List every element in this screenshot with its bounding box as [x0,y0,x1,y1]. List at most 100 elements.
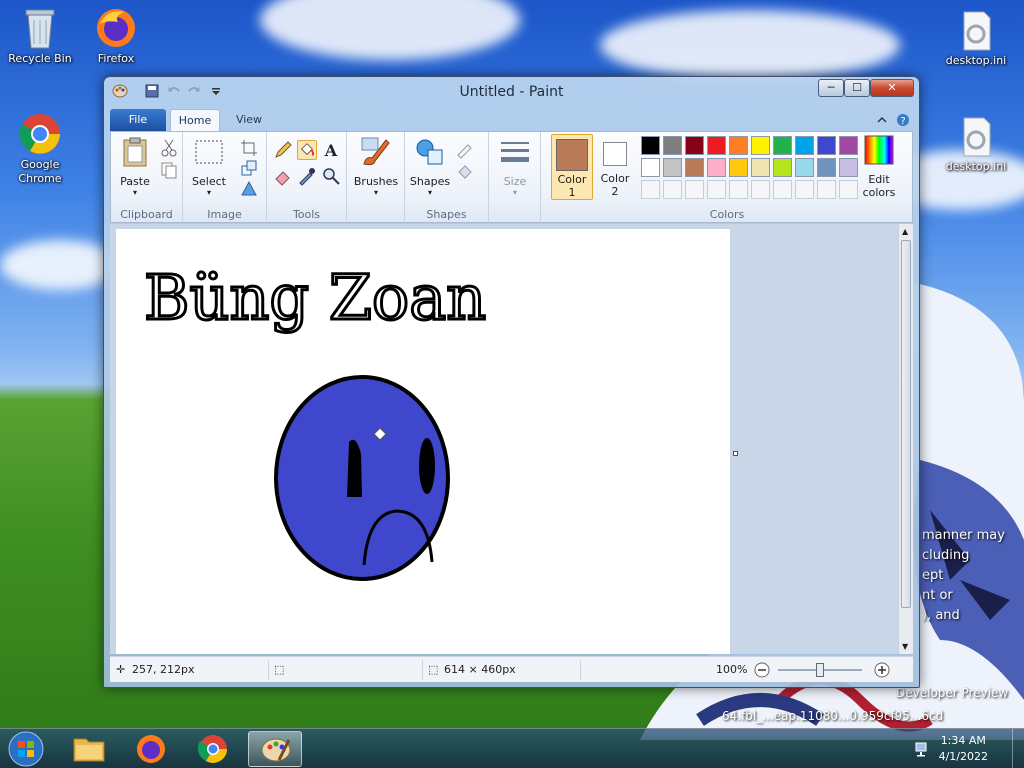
color-swatch[interactable] [707,158,726,177]
color-swatch[interactable] [751,136,770,155]
color-swatch[interactable] [707,136,726,155]
taskbar-chrome[interactable] [186,731,240,767]
color-picker-icon[interactable] [297,166,317,186]
custom-color-slot[interactable] [773,180,792,199]
magnifier-icon[interactable] [321,166,341,186]
taskbar-paint[interactable] [248,731,302,767]
drawn-text: Büng Zoan [144,261,486,334]
drawing-canvas[interactable]: Büng Zoan [116,229,730,654]
chrome-label: Google Chrome [18,158,62,185]
status-bar: ✛ 257, 212px ⬚ ⬚ 614 × 460px 100% [110,656,913,682]
help-icon[interactable]: ? [896,113,910,127]
show-desktop-button[interactable] [1012,729,1024,768]
custom-color-slot[interactable] [817,180,836,199]
edit-colors-button[interactable]: Edit colors [859,134,899,199]
tab-view[interactable]: View [226,109,272,131]
color-swatch[interactable] [795,136,814,155]
divider [422,660,423,680]
folder-icon [73,738,105,762]
color-swatch[interactable] [773,158,792,177]
taskbar-firefox[interactable] [124,731,178,767]
scrollbar-thumb[interactable] [901,240,911,608]
paste-button[interactable]: Paste ▾ [117,136,153,197]
fill-bucket-icon[interactable] [297,140,317,160]
crop-icon[interactable] [239,138,259,158]
size-icon [501,142,529,162]
system-clock[interactable]: 1:34 AM 4/1/2022 [939,733,988,765]
eraser-icon[interactable] [273,166,293,186]
color-swatch[interactable] [773,136,792,155]
minimize-button[interactable]: ─ [818,79,844,97]
color-1-preview [556,139,588,171]
size-button[interactable]: Size ▾ [495,136,535,197]
cut-icon[interactable] [159,138,179,158]
text-icon[interactable]: A [321,140,341,160]
custom-color-slot[interactable] [729,180,748,199]
color-swatch[interactable] [641,136,660,155]
color-swatch[interactable] [729,158,748,177]
zoom-level: 100% [716,663,748,676]
color-1-button[interactable]: Color 1 [551,134,593,200]
custom-color-slot[interactable] [751,180,770,199]
svg-text:?: ? [900,116,905,127]
scroll-down-icon[interactable]: ▼ [902,642,908,651]
color-swatch[interactable] [663,158,682,177]
chrome-shortcut[interactable]: Google Chrome [0,112,80,186]
firefox-shortcut[interactable]: Firefox [76,6,156,65]
color-swatch[interactable] [685,158,704,177]
custom-color-slot[interactable] [663,180,682,199]
chevron-down-icon: ▾ [427,188,432,197]
cloud [600,10,900,80]
chevron-down-icon: ▾ [373,188,378,197]
color-swatch[interactable] [795,158,814,177]
select-button[interactable]: Select ▾ [189,136,229,197]
color-swatch[interactable] [839,158,858,177]
color-swatch[interactable] [817,136,836,155]
shapes-button[interactable]: Shapes ▾ [409,136,451,197]
custom-color-slot[interactable] [839,180,858,199]
minimize-ribbon-icon[interactable] [876,114,888,126]
color-swatch[interactable] [839,136,858,155]
color-swatch[interactable] [729,136,748,155]
canvas-resize-handle[interactable] [733,451,738,456]
shapes-icon [416,139,443,165]
desktop-ini-shortcut[interactable]: desktop.ini [936,8,1016,67]
copy-icon[interactable] [159,160,179,180]
scroll-up-icon[interactable]: ▲ [902,227,908,236]
tab-file[interactable]: File [110,109,166,131]
zoom-slider-thumb[interactable] [816,663,824,677]
fill-icon[interactable] [455,162,475,182]
desktop-ini-shortcut[interactable]: desktop.ini [936,114,1016,173]
color-2-button[interactable]: Color 2 [595,134,635,198]
taskbar-explorer[interactable] [62,731,116,767]
color-swatch[interactable] [817,158,836,177]
start-button[interactable] [4,730,48,768]
recycle-bin-shortcut[interactable]: Recycle Bin [0,6,80,65]
recycle-bin-label: Recycle Bin [8,52,72,65]
color-swatch[interactable] [751,158,770,177]
title-bar[interactable]: Untitled - Paint ─ ☐ ✕ [104,77,919,106]
brushes-button[interactable]: Brushes ▾ [353,136,399,197]
maximize-button[interactable]: ☐ [844,79,870,97]
divider [580,660,581,680]
pencil-icon[interactable] [273,140,293,160]
zoom-out-icon[interactable] [754,662,770,678]
close-button[interactable]: ✕ [870,79,914,97]
rotate-icon[interactable] [239,178,259,198]
zoom-in-icon[interactable] [874,662,890,678]
network-icon[interactable] [914,740,932,758]
outline-icon[interactable] [455,140,475,160]
custom-color-slot[interactable] [685,180,704,199]
custom-color-slot[interactable] [641,180,660,199]
color-swatch[interactable] [641,158,660,177]
canvas-workspace[interactable]: Büng Zoan [110,224,898,654]
vertical-scrollbar[interactable]: ▲ ▼ [898,224,913,654]
cloud [0,240,120,290]
color-swatch[interactable] [685,136,704,155]
tools-group-label: Tools [292,208,321,221]
tab-home[interactable]: Home [170,109,220,131]
custom-color-slot[interactable] [795,180,814,199]
resize-icon[interactable] [239,158,259,178]
color-swatch[interactable] [663,136,682,155]
custom-color-slot[interactable] [707,180,726,199]
